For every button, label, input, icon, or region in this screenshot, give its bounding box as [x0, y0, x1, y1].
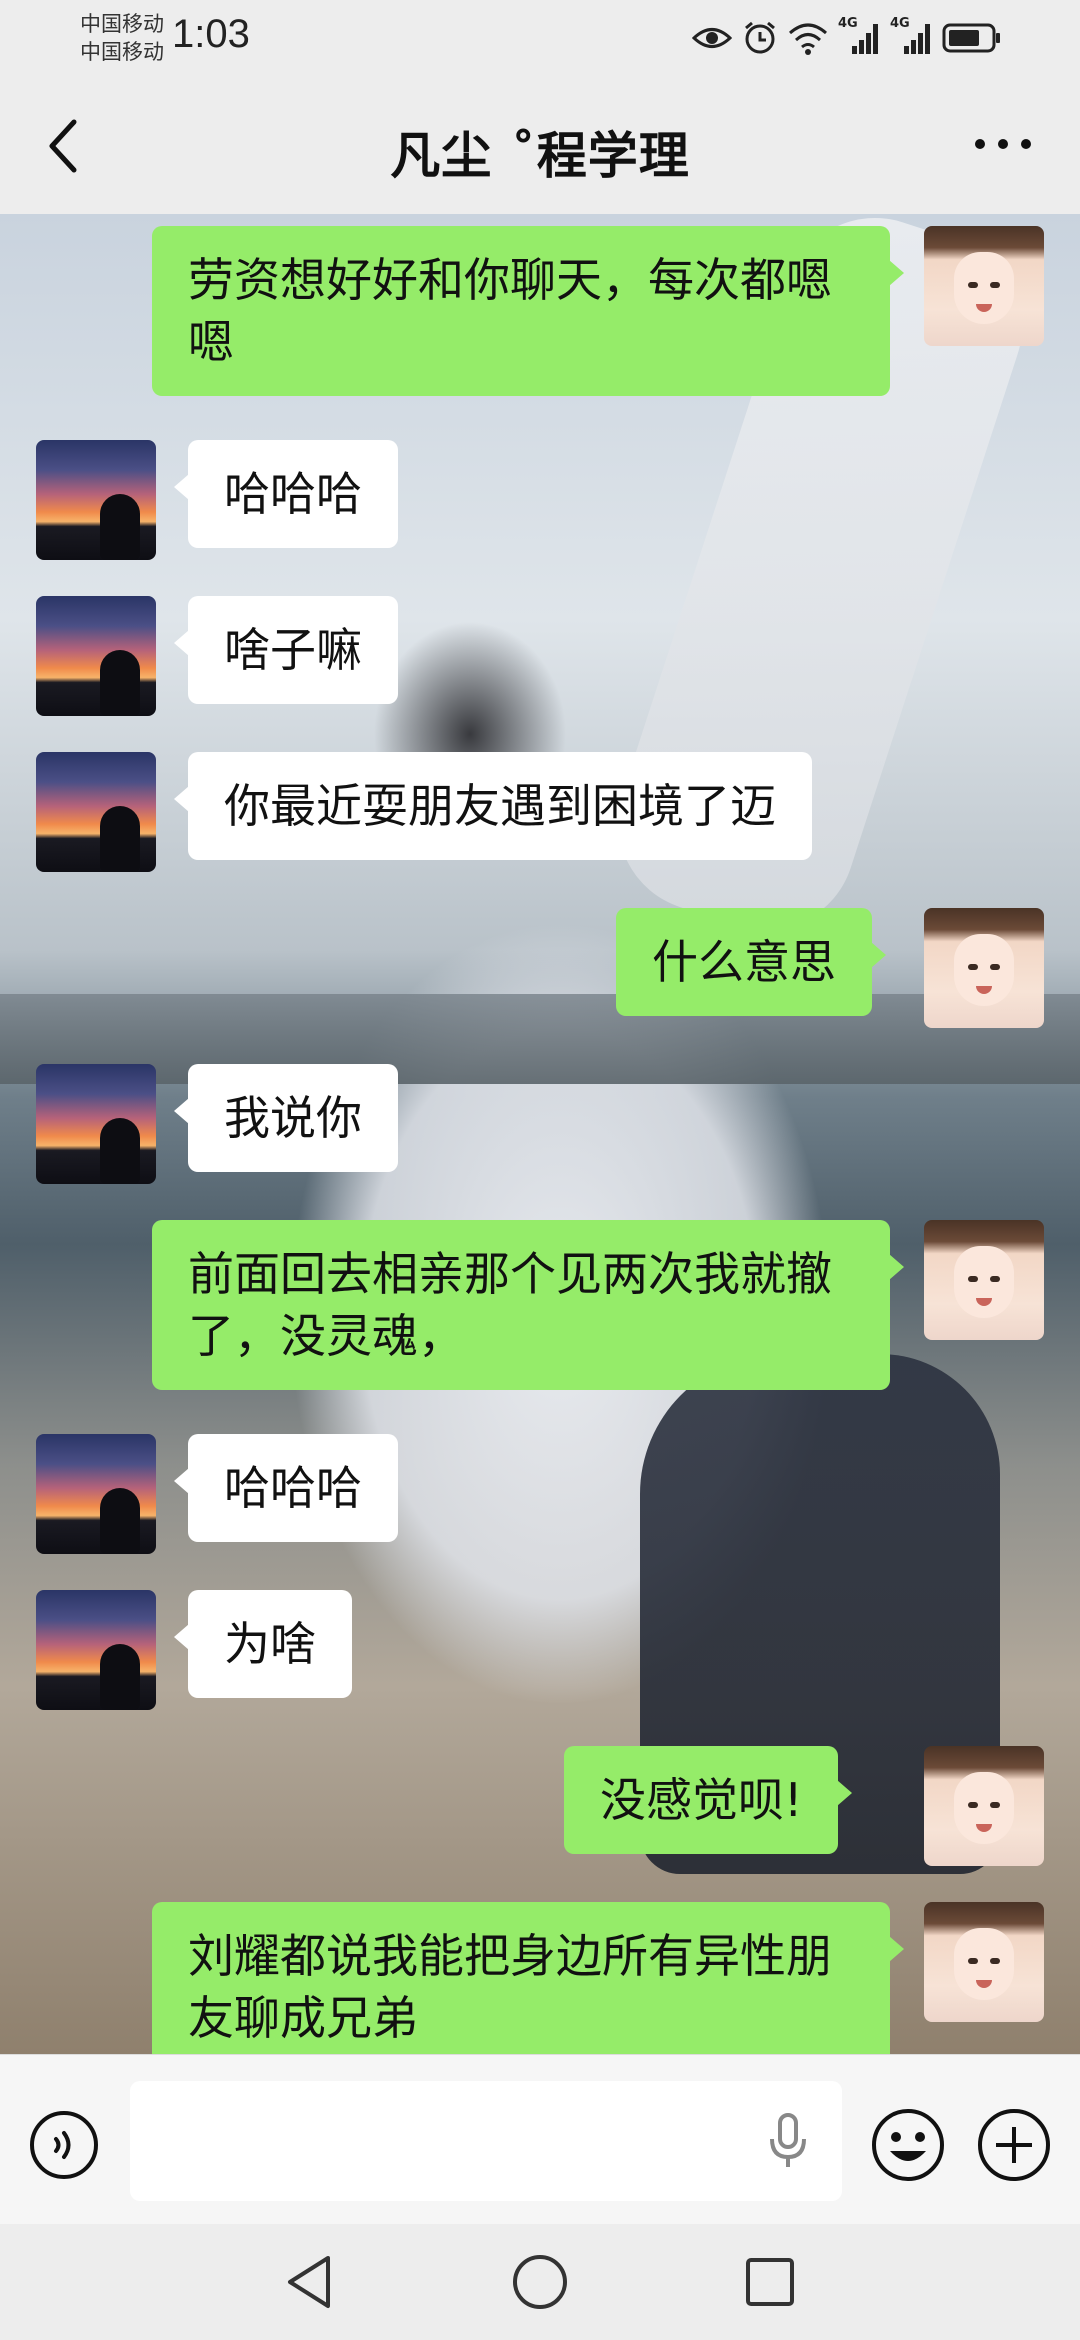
message-bubble-contact[interactable]: 为啥	[174, 1590, 352, 1698]
message-bubble-contact[interactable]: 我说你	[174, 1064, 398, 1172]
message-bubble-contact[interactable]: 你最近耍朋友遇到困境了迈	[174, 752, 812, 860]
message-row: 什么意思	[0, 908, 1080, 1028]
message-bubble-self[interactable]: 没感觉呗!	[564, 1746, 853, 1854]
microphone-icon[interactable]	[764, 2111, 812, 2171]
avatar-self[interactable]	[924, 908, 1044, 1028]
message-row: 前面回去相亲那个见两次我就撤了，没灵魂，	[0, 1220, 1080, 1400]
message-row: 为啥	[0, 1590, 1080, 1710]
message-row: 你最近耍朋友遇到困境了迈	[0, 752, 1080, 872]
avatar-self[interactable]	[924, 1746, 1044, 1866]
system-navigation-bar	[0, 2224, 1080, 2340]
message-row: 劳资想好好和你聊天，每次都嗯嗯	[0, 226, 1080, 406]
avatar-self[interactable]	[924, 1220, 1044, 1340]
avatar-contact[interactable]	[36, 1434, 156, 1554]
status-bar: 中国移动 中国移动 1:03 4G 4G	[0, 0, 1080, 78]
message-bubble-contact[interactable]: 哈哈哈	[174, 1434, 398, 1542]
message-bubble-contact[interactable]: 啥子嘛	[174, 596, 398, 704]
chat-header: 凡尘 ˚程学理	[0, 78, 1080, 214]
message-row: 刘耀都说我能把身边所有异性朋友聊成兄弟	[0, 1902, 1080, 2054]
message-bubble-contact[interactable]: 哈哈哈	[174, 440, 398, 548]
carrier-1: 中国移动	[80, 12, 164, 36]
composer-bar	[0, 2054, 1080, 2224]
message-row: 哈哈哈	[0, 1434, 1080, 1554]
carrier-labels: 中国移动 中国移动	[80, 10, 164, 66]
message-row: 没感觉呗!	[0, 1746, 1080, 1866]
avatar-contact[interactable]	[36, 1590, 156, 1710]
nav-recent-apps-icon[interactable]	[742, 2254, 798, 2310]
avatar-self[interactable]	[924, 1902, 1044, 2022]
carrier-2: 中国移动	[80, 40, 164, 64]
message-row: 我说你	[0, 1064, 1080, 1184]
alarm-icon	[745, 21, 775, 54]
more-dots-icon[interactable]	[968, 124, 1038, 164]
message-bubble-self[interactable]: 刘耀都说我能把身边所有异性朋友聊成兄弟	[152, 1902, 904, 2054]
message-row: 哈哈哈	[0, 440, 1080, 560]
message-bubble-self[interactable]: 前面回去相亲那个见两次我就撤了，没灵魂，	[152, 1220, 904, 1390]
battery-icon	[942, 23, 1000, 53]
status-icons: 4G 4G	[692, 16, 1002, 60]
message-row: 啥子嘛	[0, 596, 1080, 716]
message-bubble-self[interactable]: 劳资想好好和你聊天，每次都嗯嗯	[152, 226, 904, 396]
avatar-contact[interactable]	[36, 440, 156, 560]
avatar-contact[interactable]	[36, 1064, 156, 1184]
message-input[interactable]	[130, 2081, 842, 2201]
nav-home-icon[interactable]	[510, 2252, 570, 2312]
message-bubble-self[interactable]: 什么意思	[616, 908, 886, 1016]
chat-title: 凡尘 ˚程学理	[390, 127, 690, 185]
plus-circle-icon[interactable]	[976, 2107, 1052, 2183]
emoji-icon[interactable]	[870, 2107, 946, 2183]
signal-icon: 4G	[890, 16, 932, 56]
avatar-contact[interactable]	[36, 752, 156, 872]
voice-icon[interactable]	[28, 2109, 100, 2181]
avatar-self[interactable]	[924, 226, 1044, 346]
signal-icon: 4G	[838, 16, 880, 56]
chat-message-list[interactable]: 劳资想好好和你聊天，每次都嗯嗯 哈哈哈 啥子嘛 你最近耍朋友遇到困境了迈 什么意…	[0, 214, 1080, 2054]
wifi-icon	[789, 23, 827, 55]
avatar-contact[interactable]	[36, 596, 156, 716]
clock: 1:03	[172, 12, 250, 56]
nav-back-icon[interactable]	[282, 2252, 338, 2312]
eye-icon	[692, 28, 732, 48]
